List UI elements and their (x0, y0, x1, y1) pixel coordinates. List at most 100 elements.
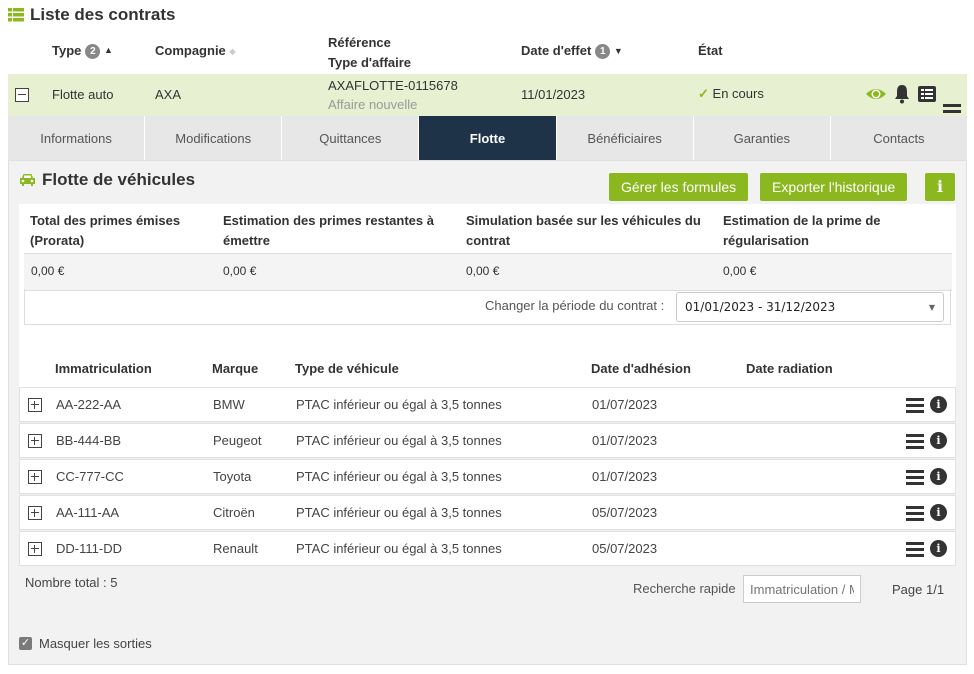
page-title-area: Liste des contrats (8, 5, 176, 25)
summary-values-row: 0,00 € 0,00 € 0,00 € 0,00 € (24, 253, 952, 291)
summary-value-total: 0,00 € (31, 264, 65, 278)
cell-type-vehicule: PTAC inférieur ou égal à 3,5 tonnes (296, 469, 502, 484)
cell-type-vehicule: PTAC inférieur ou égal à 3,5 tonnes (296, 505, 502, 520)
contract-reference: AXAFLOTTE-0115678 (328, 78, 458, 93)
summary-header-total: Total des primes émises (Prorata) (30, 213, 181, 248)
tab-quittances[interactable]: Quittances (282, 116, 420, 160)
cell-date-adhesion: 05/07/2023 (592, 541, 658, 556)
period-label: Changer la période du contrat : (485, 298, 665, 313)
vehicles-header-row: Immatriculation Marque Type de véhicule … (19, 350, 956, 387)
cell-type-vehicule: PTAC inférieur ou égal à 3,5 tonnes (296, 433, 502, 448)
contract-type: Flotte auto (52, 87, 114, 102)
tab-flotte[interactable]: Flotte (419, 116, 557, 160)
sort-desc-icon: ▼ (613, 46, 623, 56)
cell-date-adhesion: 05/07/2023 (592, 505, 658, 520)
row-menu-icon[interactable] (906, 541, 924, 557)
hide-exits-label: Masquer les sorties (39, 636, 152, 651)
col-header-date-adhesion[interactable]: Date d'adhésion (591, 361, 691, 376)
table-row[interactable]: CC-777-CC Toyota PTAC inférieur ou égal … (19, 459, 956, 494)
tab-contacts[interactable]: Contacts (830, 116, 967, 160)
check-icon: ✓ (698, 86, 709, 101)
sort-order-badge: 1 (595, 44, 611, 60)
tab-beneficiaires[interactable]: Bénéficiaires (556, 116, 694, 160)
col-header-type[interactable]: Type 2 ▲ (52, 43, 113, 60)
row-info-icon[interactable]: i (930, 432, 947, 449)
col-header-reference[interactable]: Référence Type d'affaire (328, 33, 411, 73)
cell-type-vehicule: PTAC inférieur ou égal à 3,5 tonnes (296, 397, 502, 412)
cell-immatriculation: CC-777-CC (56, 469, 124, 484)
table-row[interactable]: DD-111-DD Renault PTAC inférieur ou égal… (19, 531, 956, 566)
col-header-compagnie[interactable]: Compagnie ◆ (155, 43, 236, 58)
expand-icon[interactable] (28, 397, 42, 412)
cell-marque: Peugeot (213, 433, 262, 448)
table-row[interactable]: BB-444-BB Peugeot PTAC inférieur ou égal… (19, 423, 956, 458)
cell-immatriculation: AA-222-AA (56, 397, 122, 412)
flotte-title-area: Flotte de véhicules (19, 170, 195, 190)
contract-type-affaire: Affaire nouvelle (328, 97, 418, 112)
checkbox-checked-icon[interactable]: ✓ (19, 637, 32, 650)
export-history-button[interactable]: Exporter l'historique (760, 173, 908, 201)
col-header-type-vehicule[interactable]: Type de véhicule (295, 361, 399, 376)
cell-date-adhesion: 01/07/2023 (592, 397, 658, 412)
manage-formulas-button[interactable]: Gérer les formules (609, 173, 749, 201)
expand-icon[interactable] (28, 541, 42, 556)
table-row[interactable]: AA-111-AA Citroën PTAC inférieur ou égal… (19, 495, 956, 530)
bell-icon[interactable] (894, 84, 910, 104)
cell-type-vehicule: PTAC inférieur ou égal à 3,5 tonnes (296, 541, 502, 556)
col-header-etat: État (698, 43, 723, 58)
expand-icon[interactable] (28, 469, 42, 484)
contract-date-effet: 11/01/2023 (521, 87, 586, 102)
row-info-icon[interactable]: i (930, 396, 947, 413)
table-row[interactable]: AA-222-AA BMW PTAC inférieur ou égal à 3… (19, 387, 956, 422)
col-header-marque[interactable]: Marque (212, 361, 258, 376)
car-icon (20, 174, 35, 186)
cell-immatriculation: BB-444-BB (56, 433, 122, 448)
expand-icon[interactable] (28, 505, 42, 520)
tab-modifications[interactable]: Modifications (145, 116, 283, 160)
row-menu-icon[interactable] (906, 469, 924, 485)
cell-date-adhesion: 01/07/2023 (592, 433, 658, 448)
sort-asc-icon: ▲ (104, 45, 113, 55)
tab-bar: Informations Modifications Quittances Fl… (8, 116, 967, 160)
col-header-date-radiation[interactable]: Date radiation (746, 361, 833, 376)
hide-exits-toggle[interactable]: ✓ Masquer les sorties (19, 636, 152, 651)
col-header-date-effet[interactable]: Date d'effet 1 ▼ (521, 43, 623, 60)
cell-marque: BMW (213, 397, 245, 412)
cell-immatriculation: DD-111-DD (56, 541, 122, 556)
total-count: Nombre total : 5 (25, 575, 118, 590)
expand-icon[interactable] (28, 433, 42, 448)
row-info-icon[interactable]: i (930, 468, 947, 485)
summary-value-regularisation: 0,00 € (723, 264, 757, 278)
summary-header-regularisation: Estimation de la prime de régularisation (723, 213, 881, 248)
summary-header-simulation: Simulation basée sur les véhicules du co… (466, 213, 701, 248)
row-info-icon[interactable]: i (930, 504, 947, 521)
row-menu-icon[interactable] (906, 397, 924, 413)
page-title: Liste des contrats (30, 5, 176, 24)
contract-row[interactable]: Flotte auto AXA AXAFLOTTE-0115678 Affair… (8, 74, 967, 119)
caret-down-icon: ▼ (928, 302, 935, 312)
list-icon (8, 8, 24, 22)
summary-value-simulation: 0,00 € (466, 264, 500, 278)
status-badge: ✓ En cours (698, 86, 764, 101)
collapse-icon[interactable] (15, 88, 29, 102)
search-label: Recherche rapide (633, 581, 736, 596)
cell-marque: Toyota (213, 469, 252, 484)
sort-both-icon: ◆ (229, 47, 236, 56)
info-button[interactable]: i (925, 173, 955, 201)
eye-icon[interactable] (865, 85, 887, 103)
pagination: Page 1/1 (892, 582, 945, 597)
summary-value-remaining: 0,00 € (223, 264, 257, 278)
row-menu-icon[interactable] (906, 505, 924, 521)
tab-garanties[interactable]: Garanties (693, 116, 831, 160)
row-info-icon[interactable]: i (930, 540, 947, 557)
col-header-immatriculation[interactable]: Immatriculation (55, 361, 152, 376)
list-detail-icon[interactable] (918, 86, 936, 102)
row-menu-icon[interactable] (906, 433, 924, 449)
cell-date-adhesion: 01/07/2023 (592, 469, 658, 484)
search-input[interactable] (743, 575, 861, 603)
period-select[interactable]: 01/01/2023 - 31/12/2023 ▼ (676, 292, 944, 322)
cell-immatriculation: AA-111-AA (56, 505, 120, 520)
tab-informations[interactable]: Informations (8, 116, 146, 160)
cell-marque: Citroën (213, 505, 255, 520)
summary-header-remaining: Estimation des primes restantes à émettr… (223, 213, 434, 248)
